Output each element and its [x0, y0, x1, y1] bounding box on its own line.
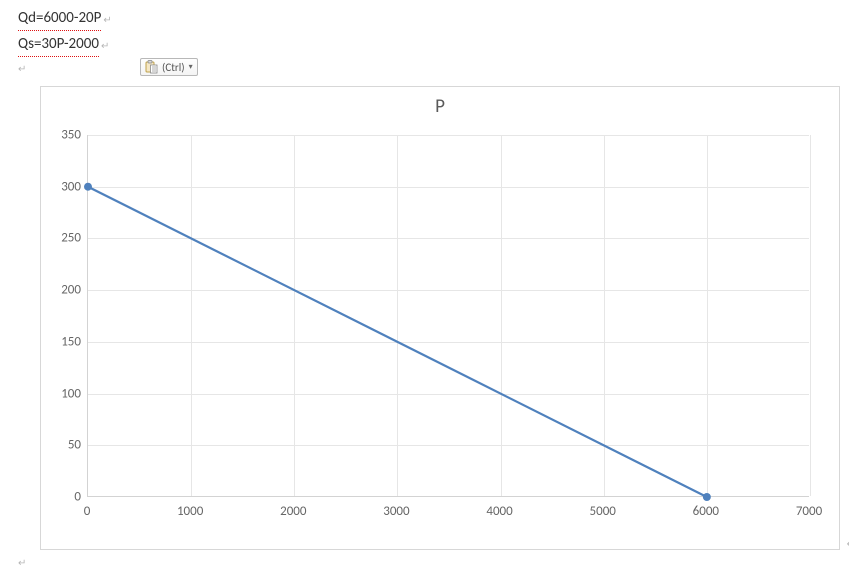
chart-data-point: [84, 183, 92, 191]
paste-options-label: (Ctrl): [162, 61, 185, 74]
x-axis-tick-label: 3000: [383, 504, 409, 519]
chart-container[interactable]: P 0 50 100 150 200 250 300 350 0 1000 2000 3000 4000…: [40, 86, 840, 550]
x-axis-tick-label: 1000: [177, 504, 203, 519]
paragraph-mark-icon: ↵: [101, 39, 109, 52]
chart-line-series: [88, 187, 707, 497]
equation-qd: Qd=6000-20P: [18, 8, 101, 31]
y-axis-tick-label: 50: [51, 438, 81, 453]
x-axis-tick-label: 6000: [693, 504, 719, 519]
chart-plot-area: 0501001502002503003500100020003000400050…: [51, 135, 809, 519]
x-axis-tick-label: 2000: [280, 504, 306, 519]
paste-options-button[interactable]: (Ctrl) ▾: [140, 58, 198, 76]
chart-data-point: [703, 493, 711, 501]
equation-qs: Qs=30P-2000: [18, 34, 99, 57]
y-axis-tick-label: 200: [51, 283, 81, 298]
gridline-vertical: [810, 135, 811, 496]
y-axis-tick-label: 350: [51, 128, 81, 143]
paragraph-mark-icon: ↵: [18, 556, 26, 569]
y-axis-tick-label: 250: [51, 231, 81, 246]
x-axis-tick-label: 0: [84, 504, 91, 519]
x-axis-tick-label: 7000: [796, 504, 822, 519]
x-axis-tick-label: 4000: [486, 504, 512, 519]
y-axis-tick-label: 150: [51, 334, 81, 349]
chart-title: P: [41, 95, 839, 118]
chevron-down-icon: ▾: [189, 62, 193, 72]
y-axis-tick-label: 100: [51, 386, 81, 401]
chart-series-svg: [88, 135, 810, 497]
y-axis-tick-label: 300: [51, 179, 81, 194]
clipboard-icon: [144, 60, 158, 74]
paragraph-mark-icon: ↵: [103, 13, 111, 26]
x-axis-tick-label: 5000: [590, 504, 616, 519]
y-axis-tick-label: 0: [51, 490, 81, 505]
